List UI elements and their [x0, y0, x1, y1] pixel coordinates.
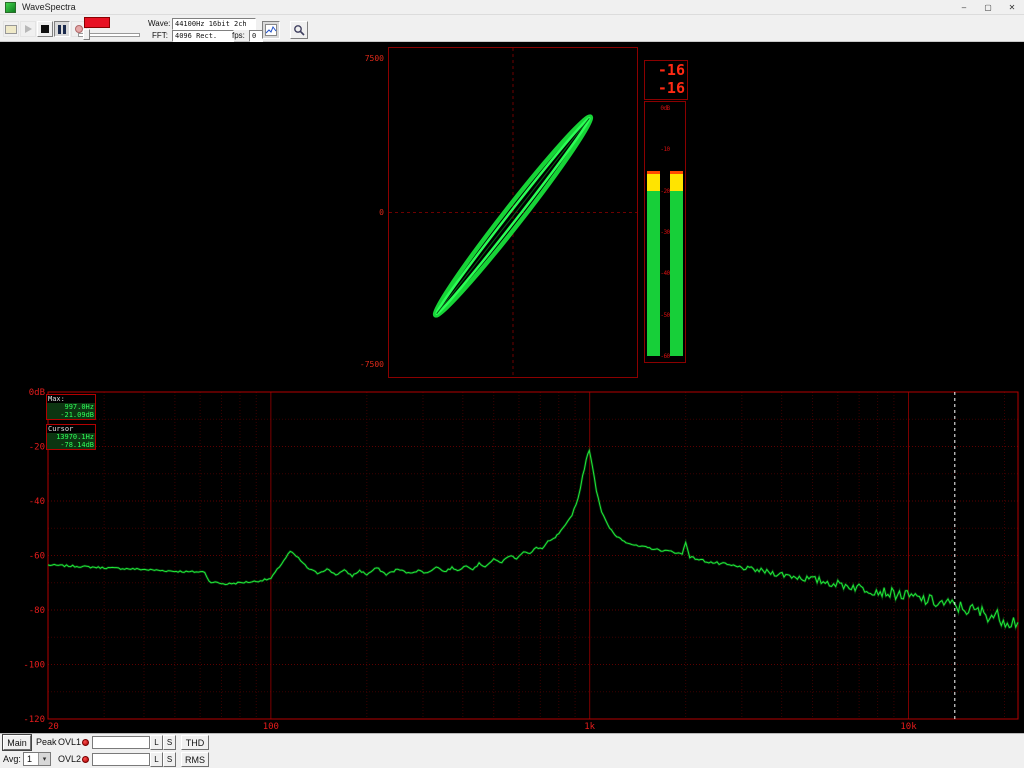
ovl2-s-button[interactable]: S [163, 752, 176, 767]
spectrum-chart: 0dB -20 -40 -60 -80 -100 -12020 100 1k 10k [0, 387, 1024, 733]
meter-scale-label: -60 [645, 353, 685, 360]
ovl1-l-button[interactable]: L [150, 735, 163, 750]
maximize-button[interactable]: ▢ [976, 0, 1000, 15]
max-info-box: Max: 997.0Hz -21.09dB [46, 394, 96, 420]
peak-label: Peak [36, 737, 57, 747]
stop-icon [41, 25, 49, 33]
x-axis-tick: 10k [900, 722, 917, 732]
wave-label: Wave: [148, 19, 170, 28]
titlebar: WaveSpectra – ▢ ✕ [0, 0, 1024, 15]
pause-icon [57, 22, 67, 37]
ovl1-s-button[interactable]: S [163, 735, 176, 750]
chevron-down-icon: ▾ [38, 753, 50, 765]
left-peak-db: -16 [645, 61, 687, 79]
meter-scale-label: -20 [645, 188, 685, 195]
play-button[interactable] [20, 21, 36, 37]
lissajous-figure [389, 48, 637, 377]
scope-y-max-label: 7500 [352, 54, 384, 63]
chart-icon [265, 24, 277, 36]
max-freq: 997.0Hz [47, 403, 95, 411]
cursor-label: Cursor [47, 425, 95, 433]
max-db: -21.09dB [47, 411, 95, 419]
config-button[interactable] [290, 21, 308, 39]
meter-scale-label: -10 [645, 146, 685, 153]
thd-button[interactable]: THD [181, 735, 209, 750]
cursor-db: -78.14dB [47, 441, 95, 449]
main-button[interactable]: Main [3, 735, 31, 750]
record-level-indicator [84, 17, 110, 28]
spectrum-panel: 0dB -20 -40 -60 -80 -100 -12020 100 1k 10k Max: 9… [0, 387, 1024, 733]
fps-label: fps: [232, 31, 245, 40]
meter-scale-label: 0dB [645, 105, 685, 112]
level-meter: 0dB -10 -20 -30 -40 -50 -60 [644, 101, 686, 363]
scope-y-mid-label: 0 [352, 208, 384, 217]
x-axis-tick: 1k [584, 722, 595, 732]
stop-button[interactable] [37, 21, 53, 37]
minimize-button[interactable]: – [952, 0, 976, 15]
avg-label: Avg: [3, 754, 21, 764]
statusbar-row-1: Main Peak OVL1 L S THD [0, 734, 1024, 751]
spectrum-trace [48, 450, 1018, 627]
cursor-freq: 13970.1Hz [47, 433, 95, 441]
open-file-icon [5, 25, 17, 34]
y-axis-tick: -120 [23, 715, 45, 725]
fps-value: 0 [249, 30, 263, 42]
y-axis-tick: -80 [29, 606, 45, 616]
slider-thumb[interactable] [83, 29, 90, 40]
y-axis-tick: -100 [23, 661, 45, 671]
wave-info-value: 44100Hz 16bit 2ch [172, 18, 256, 30]
avg-value: 1 [24, 754, 38, 764]
rms-button[interactable]: RMS [181, 752, 209, 767]
ovl2-l-button[interactable]: L [150, 752, 163, 767]
ovl2-input[interactable] [92, 753, 150, 766]
window-controls: – ▢ ✕ [952, 0, 1024, 15]
lissajous-scope [388, 47, 638, 378]
right-peak-db: -16 [645, 79, 687, 97]
magnifier-icon [293, 24, 305, 36]
y-axis-tick: -40 [29, 497, 45, 507]
ovl1-label: OVL1 [58, 737, 81, 747]
fft-info-value: 4096 Rect. [172, 30, 234, 42]
fft-label: FFT: [152, 31, 168, 40]
ovl1-input[interactable] [92, 736, 150, 749]
app-icon [5, 2, 16, 13]
meter-scale: 0dB -10 -20 -30 -40 -50 -60 [645, 102, 685, 362]
y-axis-tick: 0dB [29, 388, 45, 398]
scope-y-min-label: -7500 [352, 360, 384, 369]
x-axis-tick: 100 [263, 722, 279, 732]
wavespectra-window: WaveSpectra – ▢ ✕ Wave: 44100Hz 16bit 2c… [0, 0, 1024, 768]
position-slider[interactable] [78, 29, 140, 40]
ovl2-led [82, 756, 89, 763]
meter-scale-label: -50 [645, 312, 685, 319]
window-title: WaveSpectra [22, 2, 76, 12]
plot-border [48, 392, 1018, 719]
y-axis-tick: -20 [29, 443, 45, 453]
open-button[interactable] [3, 21, 19, 37]
ovl2-label: OVL2 [58, 754, 81, 764]
meter-scale-label: -30 [645, 229, 685, 236]
y-axis-tick: -60 [29, 552, 45, 562]
x-axis-tick: 20 [48, 722, 59, 732]
toolbar: Wave: 44100Hz 16bit 2ch FFT: 4096 Rect. … [0, 15, 1024, 42]
cursor-info-box: Cursor 13970.1Hz -78.14dB [46, 424, 96, 450]
spectrum-trace-glow [48, 450, 1018, 627]
statusbar-row-2: Avg: 1 ▾ OVL2 L S RMS [0, 751, 1024, 768]
statusbar: Main Peak OVL1 L S THD Avg: 1 ▾ OVL2 L S… [0, 733, 1024, 768]
lissajous-panel: 7500 0 -7500 -16 -16 0dB -10 -20 -30 -40 -50 -… [0, 42, 1024, 387]
avg-select[interactable]: 1 ▾ [23, 752, 51, 766]
meter-scale-label: -40 [645, 270, 685, 277]
close-button[interactable]: ✕ [1000, 0, 1024, 15]
pause-button[interactable] [54, 21, 70, 37]
peak-level-display: -16 -16 [644, 60, 688, 100]
play-icon [25, 25, 32, 33]
spectrum-view-button[interactable] [262, 21, 280, 39]
max-label: Max: [47, 395, 95, 403]
ovl1-led [82, 739, 89, 746]
